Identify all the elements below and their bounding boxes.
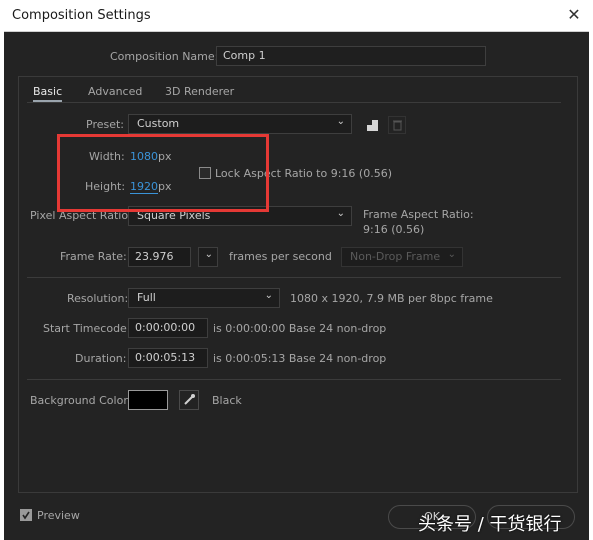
background-color-label: Background Color: xyxy=(30,394,132,407)
start-timecode-info: is 0:00:00:00 Base 24 non-drop xyxy=(213,322,387,335)
duration-label: Duration: xyxy=(75,352,127,365)
start-timecode-input[interactable]: 0:00:00:00 xyxy=(128,318,208,338)
tab-basic[interactable]: Basic xyxy=(33,85,63,102)
duration-info: is 0:00:05:13 Base 24 non-drop xyxy=(213,352,387,365)
trash-icon[interactable] xyxy=(388,116,406,134)
frame-aspect-value: 9:16 (0.56) xyxy=(363,223,425,236)
eyedropper-icon[interactable] xyxy=(179,390,199,410)
highlight-box xyxy=(57,134,269,212)
comp-name-label: Composition Name: xyxy=(110,50,219,63)
resolution-info: 1080 x 1920, 7.9 MB per 8bpc frame xyxy=(290,292,493,305)
chevron-down-icon: ⌄ xyxy=(447,249,456,260)
resolution-dropdown[interactable]: Full ⌄ xyxy=(128,288,280,308)
tab-3d-renderer[interactable]: 3D Renderer xyxy=(165,85,234,98)
start-timecode-label: Start Timecode: xyxy=(43,322,131,335)
preview-checkbox[interactable] xyxy=(20,509,32,521)
drop-frame-value: Non-Drop Frame xyxy=(350,250,441,263)
preset-dropdown[interactable]: Custom ⌄ xyxy=(128,114,352,134)
drop-frame-dropdown[interactable]: Non-Drop Frame ⌄ xyxy=(341,247,463,267)
new-preset-icon[interactable] xyxy=(364,116,382,134)
window-title: Composition Settings xyxy=(12,8,151,23)
frame-rate-label: Frame Rate: xyxy=(60,250,127,263)
comp-name-input[interactable]: Comp 1 xyxy=(216,46,486,66)
duration-input[interactable]: 0:00:05:13 xyxy=(128,348,208,368)
tab-divider xyxy=(27,102,561,103)
frame-rate-input[interactable]: 23.976 xyxy=(128,247,191,267)
resolution-value: Full xyxy=(137,291,156,304)
window-frame-left xyxy=(0,31,4,540)
section-divider xyxy=(27,379,561,380)
preset-value: Custom xyxy=(137,117,180,130)
preview-label: Preview xyxy=(37,509,80,522)
frame-aspect-label: Frame Aspect Ratio: xyxy=(363,208,474,221)
chevron-down-icon: ⌄ xyxy=(204,249,213,260)
chevron-down-icon: ⌄ xyxy=(336,208,345,219)
tab-advanced[interactable]: Advanced xyxy=(88,85,142,98)
watermark-text: 头条号 / 干货银行 xyxy=(418,514,562,535)
chevron-down-icon: ⌄ xyxy=(336,116,345,127)
close-icon[interactable]: ✕ xyxy=(563,4,585,26)
section-divider xyxy=(27,277,561,278)
frame-rate-suffix: frames per second xyxy=(229,250,332,263)
window-frame-right xyxy=(589,31,593,540)
frame-rate-dropdown[interactable]: ⌄ xyxy=(198,247,218,267)
chevron-down-icon: ⌄ xyxy=(264,290,273,301)
background-color-swatch[interactable] xyxy=(128,390,168,410)
background-color-name: Black xyxy=(212,394,242,407)
preset-label: Preset: xyxy=(86,118,125,131)
resolution-label: Resolution: xyxy=(67,292,129,305)
